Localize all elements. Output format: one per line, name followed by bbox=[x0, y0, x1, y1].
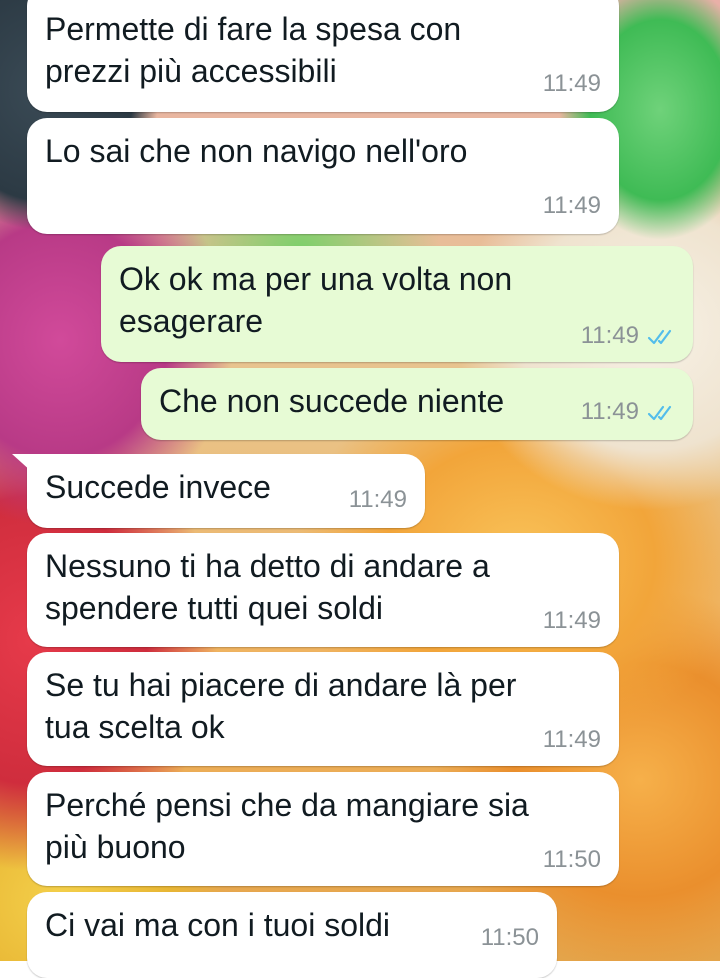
message-text: Nessuno ti ha detto di andare a spendere… bbox=[45, 548, 490, 626]
double-check-icon bbox=[647, 329, 672, 345]
message-timestamp: 11:49 bbox=[580, 322, 639, 349]
message-timestamp: 11:49 bbox=[542, 192, 601, 219]
message-text: Lo sai che non navigo nell'oro bbox=[45, 133, 468, 169]
message-timestamp: 11:49 bbox=[348, 486, 407, 513]
message-timestamp: 11:49 bbox=[542, 726, 601, 753]
double-check-icon bbox=[647, 405, 672, 421]
message-text: Perché pensi che da mangiare sia più buo… bbox=[45, 787, 529, 865]
message-bubble-incoming[interactable]: Lo sai che non navigo nell'oro 11:49 bbox=[27, 118, 619, 234]
message-bubble-incoming[interactable]: Succede invece 11:49 bbox=[27, 454, 425, 528]
message-timestamp: 11:49 bbox=[580, 398, 639, 425]
message-timestamp: 11:49 bbox=[542, 70, 601, 97]
message-timestamp: 11:50 bbox=[480, 924, 539, 951]
message-text: Se tu hai piacere di andare là per tua s… bbox=[45, 667, 517, 745]
message-timestamp: 11:49 bbox=[542, 607, 601, 634]
message-list[interactable]: Permette di fare la spesa con prezzi più… bbox=[0, 0, 720, 978]
message-bubble-incoming[interactable]: Perché pensi che da mangiare sia più buo… bbox=[27, 772, 619, 886]
bubble-tail bbox=[12, 454, 32, 472]
message-bubble-outgoing[interactable]: Ok ok ma per una volta non esagerare 11:… bbox=[101, 246, 693, 362]
message-bubble-incoming[interactable]: Nessuno ti ha detto di andare a spendere… bbox=[27, 533, 619, 647]
message-bubble-incoming[interactable]: Ci vai ma con i tuoi soldi 11:50 bbox=[27, 892, 557, 978]
message-bubble-outgoing[interactable]: Che non succede niente 11:49 bbox=[141, 368, 693, 440]
message-text: Permette di fare la spesa con prezzi più… bbox=[45, 11, 462, 89]
message-timestamp: 11:50 bbox=[542, 846, 601, 873]
message-bubble-incoming[interactable]: Se tu hai piacere di andare là per tua s… bbox=[27, 652, 619, 766]
message-bubble-incoming[interactable]: Permette di fare la spesa con prezzi più… bbox=[27, 0, 619, 112]
